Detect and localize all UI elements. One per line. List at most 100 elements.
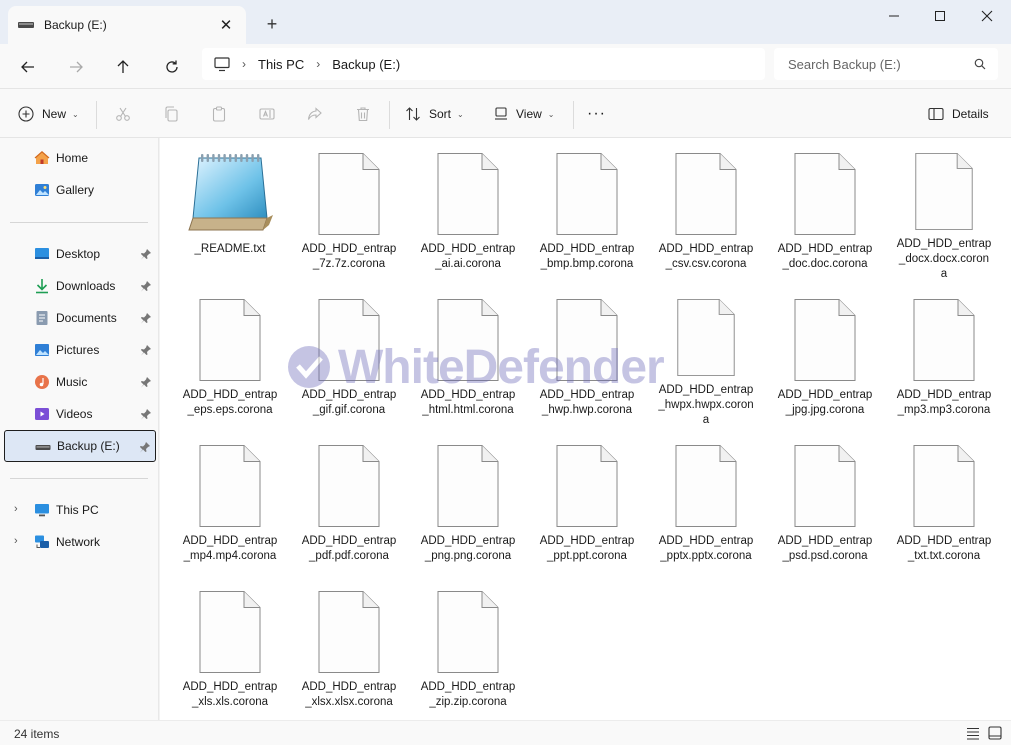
copy-button[interactable] — [159, 102, 183, 126]
sidebar-item-label: Downloads — [56, 279, 116, 293]
file-icon — [794, 299, 856, 381]
file-icon — [199, 445, 261, 527]
close-window-button[interactable] — [964, 4, 1010, 28]
sidebar-item-gallery[interactable]: Gallery — [4, 175, 156, 205]
file-icon — [437, 445, 499, 527]
file-item[interactable]: ADD_HDD_entrap_ppt.ppt.corona — [531, 432, 643, 574]
forward-button[interactable] — [61, 52, 91, 82]
file-item[interactable]: _README.txt — [174, 140, 286, 282]
file-item[interactable]: ADD_HDD_entrap_hwpx.hwpx.corona — [650, 286, 762, 428]
details-pane-button[interactable]: Details — [928, 101, 989, 127]
file-icon — [199, 591, 261, 673]
delete-button[interactable] — [351, 102, 375, 126]
file-item[interactable]: ADD_HDD_entrap_hwp.hwp.corona — [531, 286, 643, 428]
pin-icon — [141, 345, 151, 356]
up-button[interactable] — [108, 52, 138, 82]
file-item[interactable]: ADD_HDD_entrap_xlsx.xlsx.corona — [293, 578, 405, 720]
minimize-button[interactable] — [871, 4, 917, 28]
sidebar-item-label: Desktop — [56, 247, 101, 261]
file-item[interactable]: ADD_HDD_entrap_zip.zip.corona — [412, 578, 524, 720]
search-input[interactable]: Search Backup (E:) — [774, 48, 998, 80]
sidebar-item-downloads[interactable]: Downloads — [4, 271, 156, 301]
maximize-button[interactable] — [917, 4, 963, 28]
chevron-down-icon: ⌄ — [457, 109, 464, 119]
sidebar-item-videos[interactable]: Videos — [4, 399, 156, 429]
file-name: ADD_HDD_entrap_mp3.mp3.corona — [896, 389, 992, 416]
file-name: ADD_HDD_entrap_mp4.mp4.corona — [182, 535, 278, 562]
file-icon — [318, 153, 380, 235]
details-view-icon[interactable] — [966, 726, 980, 740]
cut-button[interactable] — [111, 102, 135, 126]
arrow-right-icon — [70, 61, 83, 73]
view-button[interactable]: View ⌄ — [494, 101, 555, 127]
maximize-icon — [935, 11, 945, 21]
rename-button[interactable] — [255, 102, 279, 126]
file-item[interactable]: ADD_HDD_entrap_jpg.jpg.corona — [769, 286, 881, 428]
file-icon — [556, 153, 618, 235]
file-item[interactable]: ADD_HDD_entrap_gif.gif.corona — [293, 286, 405, 428]
file-item[interactable]: ADD_HDD_entrap_pptx.pptx.corona — [650, 432, 762, 574]
sidebar-item-home[interactable]: Home — [4, 143, 156, 173]
file-item[interactable]: ADD_HDD_entrap_bmp.bmp.corona — [531, 140, 643, 282]
details-pane-icon — [928, 107, 944, 121]
arrow-up-icon — [117, 60, 129, 73]
file-icon — [794, 153, 856, 235]
file-item[interactable]: ADD_HDD_entrap_7z.7z.corona — [293, 140, 405, 282]
view-label: View — [516, 107, 542, 121]
copy-icon — [165, 106, 178, 122]
tab-backup[interactable]: Backup (E:) ✕ — [8, 6, 246, 44]
chevron-right-icon[interactable]: › — [14, 535, 18, 547]
toolbar-divider — [389, 101, 390, 129]
file-item[interactable]: ADD_HDD_entrap_mp3.mp3.corona — [888, 286, 1000, 428]
sidebar-item-this-pc[interactable]: › This PC — [4, 495, 156, 525]
more-options-button[interactable]: ··· — [587, 101, 606, 127]
file-icon — [437, 153, 499, 235]
new-button[interactable]: New ⌄ — [18, 101, 79, 127]
file-name: ADD_HDD_entrap_bmp.bmp.corona — [539, 243, 635, 270]
scissors-icon — [116, 107, 130, 121]
file-item[interactable]: ADD_HDD_entrap_ai.ai.corona — [412, 140, 524, 282]
toolbar-divider — [96, 101, 97, 129]
refresh-button[interactable] — [157, 52, 187, 82]
paste-button[interactable] — [207, 102, 231, 126]
file-item[interactable]: ADD_HDD_entrap_pdf.pdf.corona — [293, 432, 405, 574]
file-name: ADD_HDD_entrap_html.html.corona — [420, 389, 516, 416]
pictures-icon — [35, 344, 49, 356]
file-item[interactable]: ADD_HDD_entrap_txt.txt.corona — [888, 432, 1000, 574]
notepad-icon — [188, 154, 273, 231]
file-item[interactable]: ADD_HDD_entrap_csv.csv.corona — [650, 140, 762, 282]
sidebar-item-pictures[interactable]: Pictures — [4, 335, 156, 365]
chevron-right-icon[interactable]: › — [14, 503, 18, 515]
file-icon — [437, 299, 499, 381]
tab-close-icon[interactable]: ✕ — [216, 15, 236, 35]
file-name: ADD_HDD_entrap_png.png.corona — [420, 535, 516, 562]
back-button[interactable] — [13, 52, 43, 82]
sidebar-item-desktop[interactable]: Desktop — [4, 239, 156, 269]
file-item[interactable]: ADD_HDD_entrap_docx.docx.corona — [888, 140, 1000, 282]
sidebar-item-backup-drive[interactable]: Backup (E:) — [4, 430, 156, 462]
file-item[interactable]: ADD_HDD_entrap_eps.eps.corona — [174, 286, 286, 428]
file-item[interactable]: ADD_HDD_entrap_html.html.corona — [412, 286, 524, 428]
file-item[interactable]: ADD_HDD_entrap_psd.psd.corona — [769, 432, 881, 574]
sidebar-item-network[interactable]: › Network — [4, 527, 156, 557]
file-item[interactable]: ADD_HDD_entrap_xls.xls.corona — [174, 578, 286, 720]
file-name: ADD_HDD_entrap_doc.doc.corona — [777, 243, 873, 270]
breadcrumb-backup[interactable]: Backup (E:) — [332, 57, 400, 72]
search-icon — [974, 58, 986, 70]
large-icons-view-icon[interactable] — [988, 726, 1002, 740]
file-item[interactable]: ADD_HDD_entrap_mp4.mp4.corona — [174, 432, 286, 574]
network-icon — [35, 535, 49, 548]
share-button[interactable] — [303, 102, 327, 126]
file-item[interactable]: ADD_HDD_entrap_png.png.corona — [412, 432, 524, 574]
clipboard-icon — [212, 106, 226, 122]
sidebar-item-documents[interactable]: Documents — [4, 303, 156, 333]
file-name: ADD_HDD_entrap_eps.eps.corona — [182, 389, 278, 416]
breadcrumb-this-pc[interactable]: This PC — [258, 57, 304, 72]
item-count: 24 items — [14, 727, 60, 741]
file-item[interactable]: ADD_HDD_entrap_doc.doc.corona — [769, 140, 881, 282]
arrow-left-icon — [21, 61, 34, 73]
sort-button[interactable]: Sort ⌄ — [405, 101, 464, 127]
address-bar[interactable]: › This PC › Backup (E:) — [202, 48, 765, 80]
new-tab-button[interactable]: + — [260, 12, 284, 36]
sidebar-item-music[interactable]: Music — [4, 367, 156, 397]
